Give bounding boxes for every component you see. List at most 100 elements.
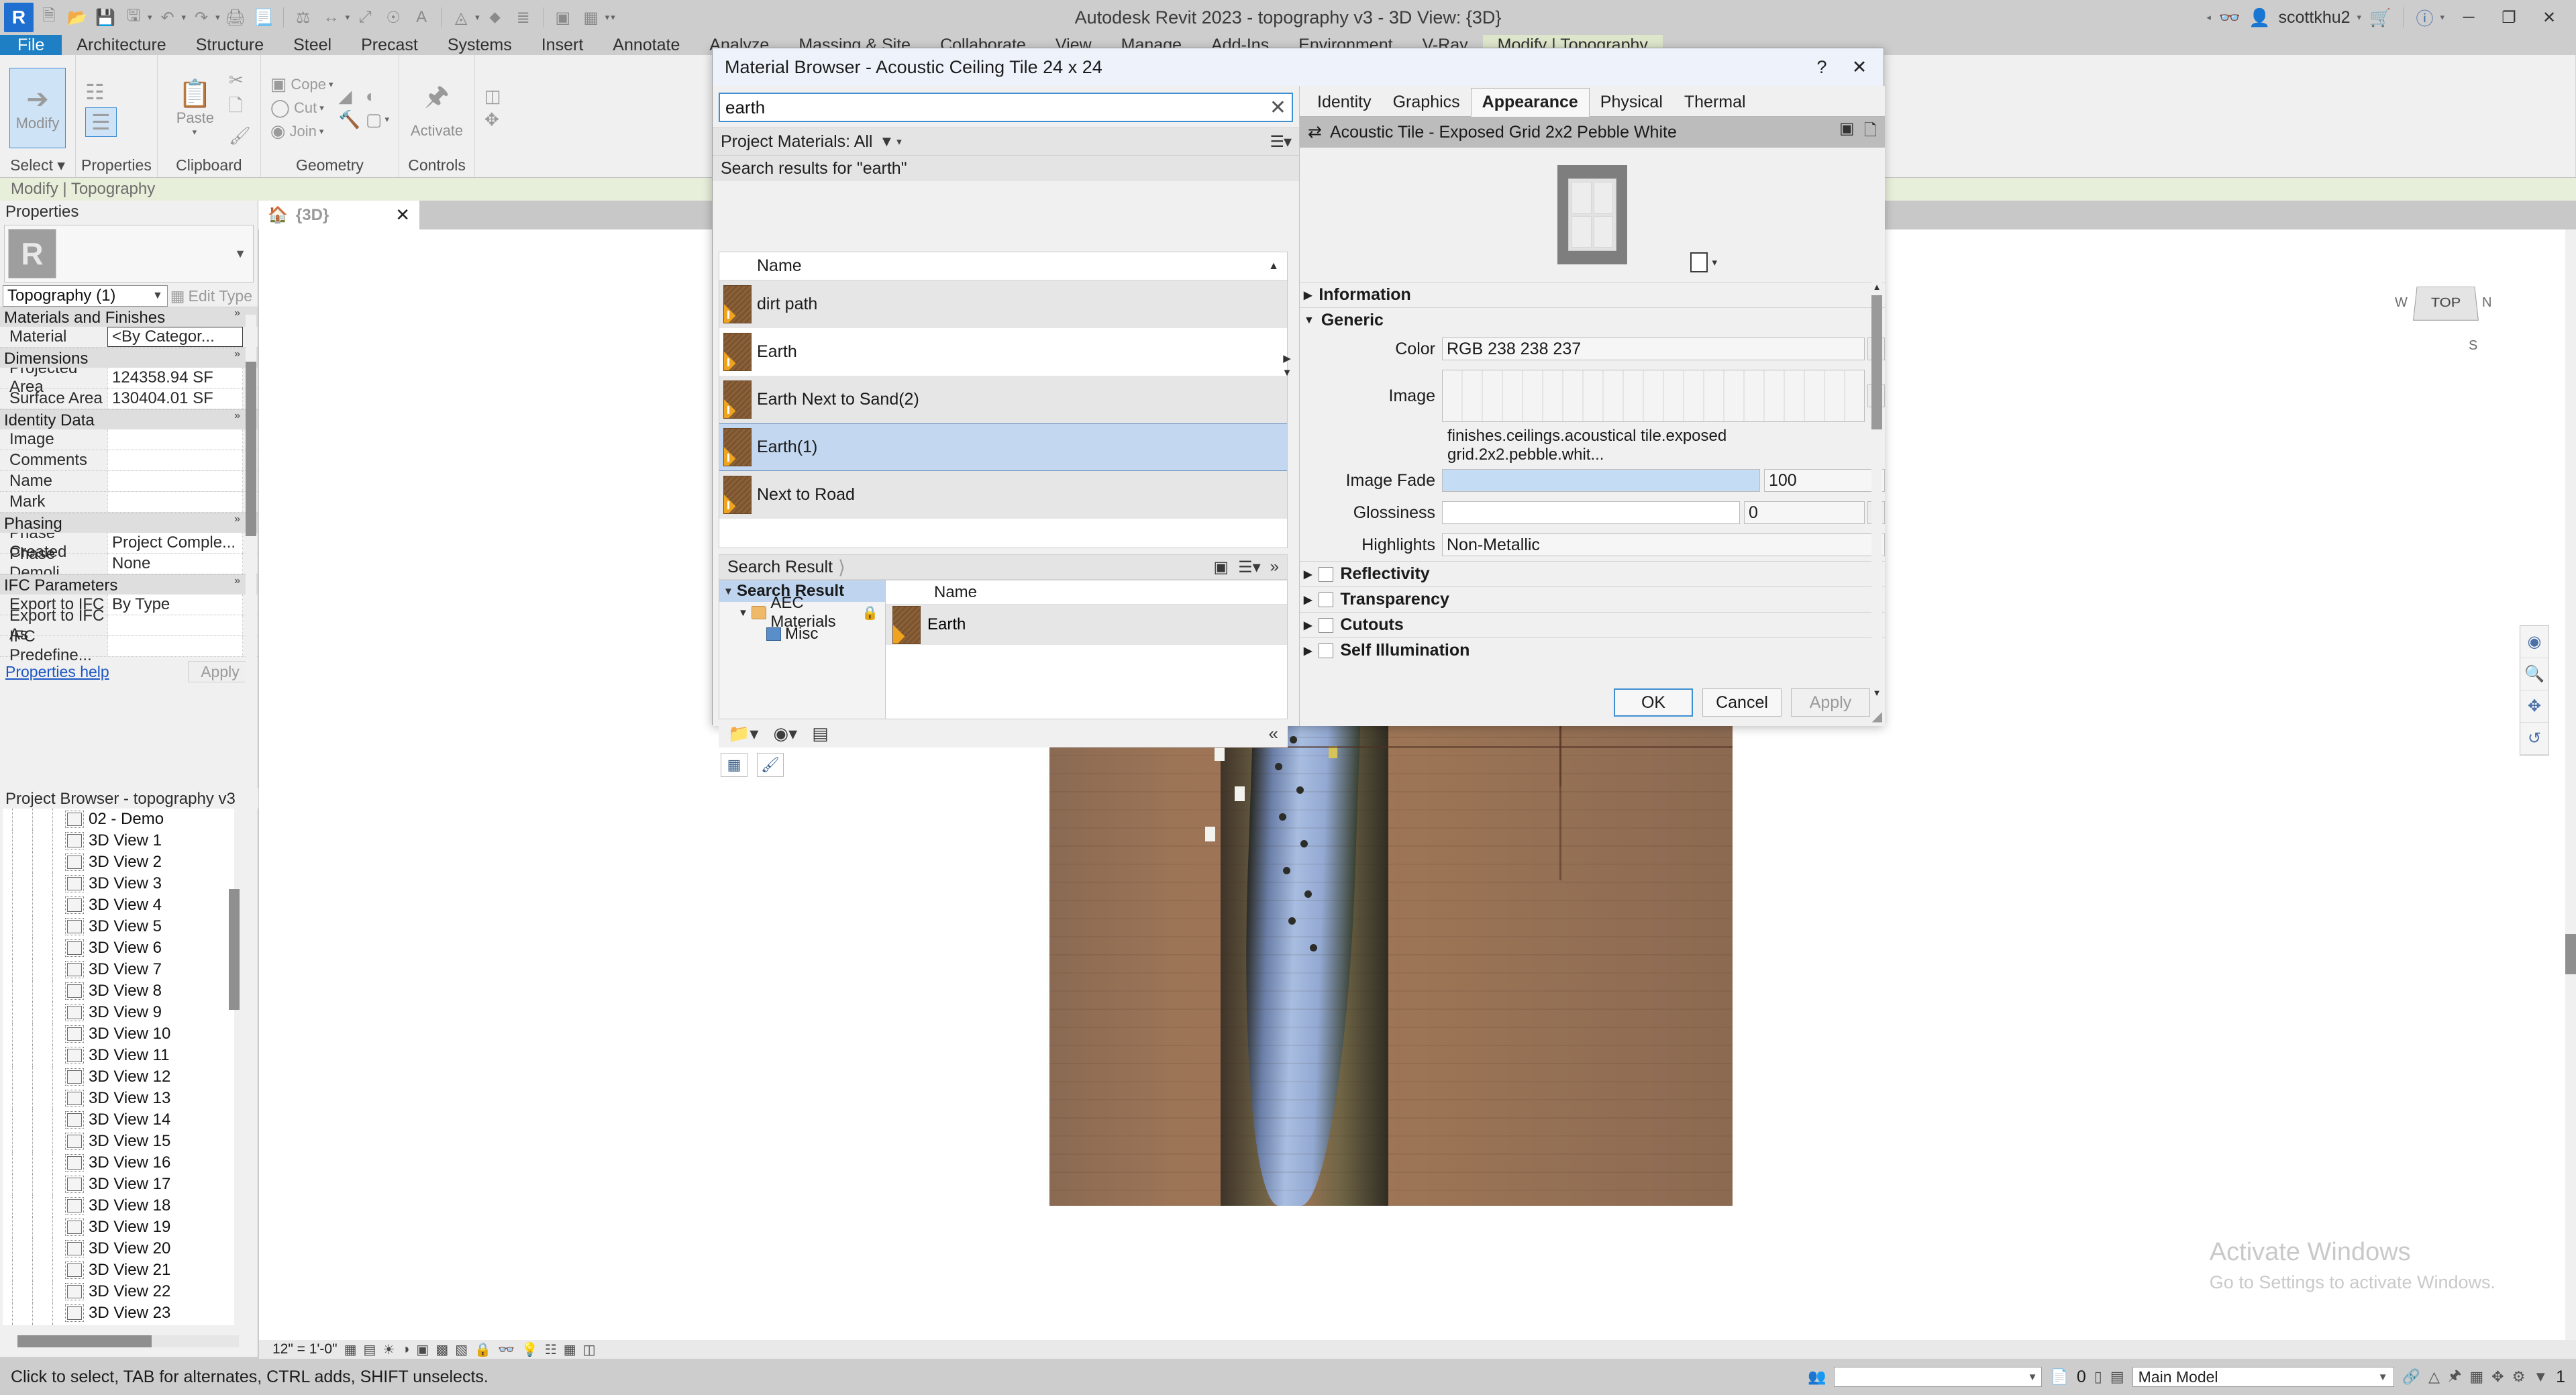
project-browser-item[interactable]: 3D View 19 [3,1217,234,1238]
chevron-right-icon[interactable]: ▶ [1304,568,1312,581]
glossiness-value-field[interactable]: 0 [1744,501,1865,524]
view-cube[interactable]: TOP W N S [2395,263,2495,364]
cancel-button[interactable]: Cancel [1702,688,1782,717]
scroll-up-icon[interactable]: ▲ [1871,282,1882,292]
temporary-hide-isolate-icon[interactable]: 👓 [498,1341,515,1358]
text-icon[interactable]: A [409,5,434,30]
show-panel-icon[interactable]: ▤ [812,723,829,744]
library-list-item[interactable]: Earth [886,605,1287,645]
section-icon[interactable]: ⬥ [482,5,508,30]
scrollbar-thumb[interactable] [229,889,240,1010]
zoom-icon[interactable]: 🔍 [2520,658,2548,690]
chevron-down-icon[interactable]: ▾ [2440,12,2444,23]
project-browser-item[interactable]: 3D View 16 [3,1152,234,1174]
project-browser-item[interactable]: 3D View 2 [3,851,234,873]
scrollbar-thumb[interactable] [17,1335,152,1347]
analytical-model-icon[interactable]: ▦ [564,1341,576,1358]
material-list-item[interactable]: dirt path [719,280,1287,328]
project-browser-hscrollbar[interactable] [17,1335,239,1347]
cut-geometry-button[interactable]: ◯Cut▾ [270,97,333,118]
exclude-options-icon[interactable]: ▯ [2094,1368,2102,1386]
project-materials-filter-row[interactable]: Project Materials: All ▼ ▾ ☰▾ [713,127,1299,156]
constraints-icon[interactable]: ◫ [583,1341,596,1358]
cope-button[interactable]: ▣Cope▾ [270,74,333,95]
new-material-icon[interactable]: ◉▾ [773,723,797,744]
cutouts-checkbox[interactable] [1319,618,1333,633]
project-browser-item[interactable]: 3D View 3 [3,873,234,894]
clear-icon[interactable]: ✕ [1270,96,1286,119]
properties-help-link[interactable]: Properties help [5,663,109,681]
chevron-down-icon[interactable]: ▼ [1304,315,1315,327]
properties-scrollbar[interactable] [246,315,256,690]
transparency-checkbox[interactable] [1319,592,1333,607]
close-hidden-windows-icon[interactable]: ▣ [550,5,576,30]
thin-lines-icon[interactable]: ≣ [511,5,536,30]
edit-type-button[interactable]: ▦ Edit Type [170,287,255,305]
collapse-group-icon[interactable]: » [234,307,240,319]
property-value[interactable]: <By Categor... [107,327,243,347]
project-browser-item[interactable]: 3D View 22 [3,1281,234,1302]
property-value[interactable]: None [107,554,243,574]
name-column-header[interactable]: Name [757,256,802,276]
section-cutouts[interactable]: ▶ Cutouts [1300,612,1885,637]
autodesk-store-cart-icon[interactable]: 🛒 [2369,7,2391,28]
export-pdf-icon[interactable]: 📃 [251,5,276,30]
shadows-icon[interactable]: ◑ [401,1342,409,1357]
project-info-icon[interactable]: 🗎 [36,5,62,30]
type-selector-dropdown[interactable]: Topography (1) ▼ [3,285,168,307]
customize-qat-icon[interactable]: ▾ [611,12,615,23]
property-group-materials-and-finishes[interactable]: Materials and Finishes» [0,307,258,327]
breadcrumb-label[interactable]: Search Result [727,558,833,577]
view-cube-top-face[interactable]: TOP [2413,287,2479,320]
restore-button[interactable]: ❐ [2493,4,2525,31]
material-browser-dialog[interactable]: Material Browser - Acoustic Ceiling Tile… [712,48,1884,725]
close-icon[interactable]: ✕ [1842,53,1877,81]
property-group-dimensions[interactable]: Dimensions» [0,348,258,368]
project-browser-item[interactable]: 3D View 10 [3,1023,234,1045]
project-browser-item[interactable]: 3D View 13 [3,1088,234,1109]
view-control-bar[interactable]: 12" = 1'-0" ▦ ▤ ☀ ◑ ▣ ▩ ▧ 🔒 👓 💡 ☷ ▦ ◫ [259,1340,2576,1359]
tag-icon[interactable]: ☉ [380,5,406,30]
chevron-down-icon[interactable]: ▾ [2357,12,2362,23]
chevron-down-icon[interactable]: ▾ [319,126,324,137]
scroll-down-icon[interactable]: ▼ [1871,688,1882,698]
chevron-left-icon[interactable]: ◂ [2206,12,2211,23]
section-reflectivity[interactable]: ▶ Reflectivity [1300,561,1885,586]
demolish-button[interactable]: 🔨 [339,109,360,130]
material-list-item[interactable]: Earth [719,328,1287,376]
chevron-down-icon[interactable]: ▾ [182,12,187,23]
property-value[interactable] [107,636,243,656]
chevron-down-icon[interactable]: ▼ [738,607,748,619]
ribbon-tab-precast[interactable]: Precast [346,35,433,55]
paint-button[interactable]: ◐ [366,86,389,107]
align-icon-row[interactable]: ◫ [484,86,501,107]
chevron-down-icon[interactable]: ▼ [2028,1372,2038,1383]
project-browser-item[interactable]: 3D View 8 [3,980,234,1002]
help-icon[interactable]: ⓘ [2416,5,2433,30]
minimize-button[interactable]: ─ [2453,4,2485,31]
property-value[interactable]: 130404.01 SF [107,389,243,409]
project-browser-item[interactable]: 3D View 20 [3,1238,234,1259]
navigation-bar[interactable]: ◉ 🔍 ✥ ↺ [2520,625,2549,756]
split-face-button[interactable]: ◢ [339,86,360,107]
chevron-right-icon[interactable]: ▶ [1304,593,1312,607]
collapse-group-icon[interactable]: » [234,575,240,587]
asset-tab-appearance[interactable]: Appearance [1471,88,1590,117]
filter-icon[interactable]: ▼ [2533,1368,2548,1386]
activate-button[interactable]: 🖈 Activate [409,68,465,148]
pan-icon[interactable]: ✥ [2520,690,2548,723]
preview-shape-selector[interactable]: ▾ [1690,252,1717,272]
select-pinned-icon[interactable]: 🖈 [2448,1364,2461,1390]
create-material-icon[interactable]: ▦ [721,753,748,777]
chevron-down-icon[interactable]: ▾ [605,12,610,23]
help-icon[interactable]: ? [1804,53,1839,81]
chevron-down-icon[interactable]: ▼ [2378,1372,2388,1383]
image-fade-value-field[interactable]: 100 [1764,469,1885,492]
chevron-down-icon[interactable]: ▼ [723,586,733,597]
project-browser-item[interactable]: 3D View 23 [3,1302,234,1324]
aligned-dimension-icon[interactable]: ↔ [319,5,344,30]
chevron-right-icon[interactable]: ▶ [1304,644,1312,658]
revit-logo-icon[interactable]: R [4,3,34,32]
canvas-scrollbar[interactable] [2565,229,2576,1340]
reveal-hidden-elements-icon[interactable]: 💡 [521,1341,538,1358]
